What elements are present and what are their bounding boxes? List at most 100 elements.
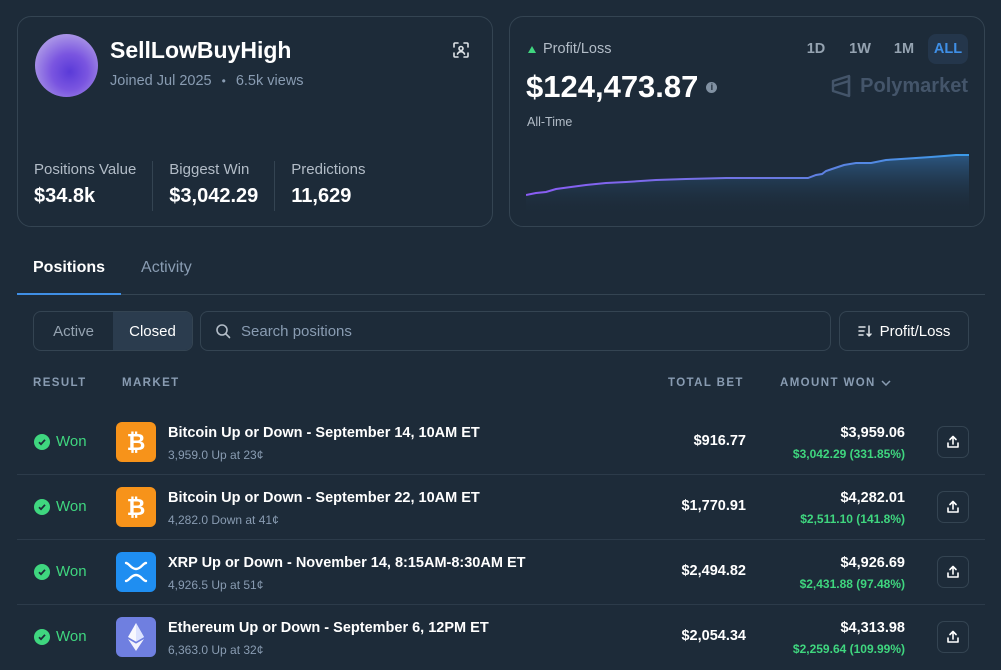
check-icon	[34, 433, 50, 450]
range-1d-button[interactable]: 1D	[796, 34, 836, 64]
pnl-amount-row: $124,473.87 i	[526, 69, 718, 105]
amount-won: $4,926.69	[840, 555, 905, 571]
share-icon	[947, 500, 959, 513]
table-row[interactable]: Won Ethereum Up or Down - September 6, 1…	[17, 605, 985, 670]
amount-gain: $2,511.10 (141.8%)	[800, 512, 905, 526]
tab-activity[interactable]: Activity	[141, 250, 208, 295]
stat-value: $34.8k	[34, 185, 96, 207]
avatar[interactable]	[35, 34, 98, 97]
sort-button[interactable]: Profit/Loss	[839, 311, 969, 351]
stat-label: Predictions	[291, 161, 366, 178]
check-icon	[34, 628, 50, 645]
meta-separator: •	[221, 74, 226, 88]
username: SellLowBuyHigh	[110, 37, 292, 63]
ethereum-icon	[116, 617, 156, 657]
result-label: Won	[56, 498, 87, 515]
amount-won: $3,959.06	[840, 425, 905, 441]
result-label: Won	[56, 433, 87, 450]
total-bet: $916.77	[693, 433, 746, 449]
market-detail: 6,363.0 Up at 32¢	[168, 643, 264, 657]
view-count: 6.5k views	[235, 73, 304, 89]
search-icon	[216, 324, 231, 339]
market-detail: 3,959.0 Up at 23¢	[168, 448, 264, 462]
market-title[interactable]: Ethereum Up or Down - September 6, 12PM …	[168, 620, 489, 636]
share-button[interactable]	[937, 621, 969, 653]
range-1m-button[interactable]: 1M	[884, 34, 924, 64]
stat-label: Positions Value	[34, 161, 137, 178]
header-market: MARKET	[122, 377, 180, 389]
profile-card: SellLowBuyHigh Joined Jul 2025 • 6.5k vi…	[17, 16, 493, 227]
search-box	[200, 311, 831, 351]
result-label: Won	[56, 628, 87, 645]
trend-up-icon	[528, 45, 536, 53]
sort-label: Profit/Loss	[879, 322, 951, 340]
result-cell: Won	[34, 498, 87, 515]
info-icon[interactable]: i	[706, 81, 718, 93]
stat-label: Biggest Win	[169, 161, 250, 178]
status-toggle: Active Closed	[33, 311, 193, 351]
pnl-period: All-Time	[527, 115, 573, 129]
range-all-button[interactable]: ALL	[928, 34, 968, 64]
sort-icon	[857, 325, 872, 337]
header-total-bet: TOTAL BET	[668, 377, 744, 389]
stat-value: $3,042.29	[169, 185, 259, 207]
closed-toggle-button[interactable]: Closed	[113, 312, 192, 350]
share-icon	[947, 435, 959, 448]
brand-name: Polymarket	[860, 74, 968, 97]
chevron-down-icon	[881, 380, 891, 386]
stat-predictions: Predictions 11,629	[291, 161, 381, 211]
range-1w-button[interactable]: 1W	[840, 34, 880, 64]
header-amount-won-label: AMOUNT WON	[780, 377, 876, 389]
pnl-chart	[526, 154, 969, 215]
market-title[interactable]: XRP Up or Down - November 14, 8:15AM-8:3…	[168, 555, 525, 571]
share-icon	[947, 630, 959, 643]
share-button[interactable]	[937, 426, 969, 458]
total-bet: $2,494.82	[681, 563, 746, 579]
active-toggle-button[interactable]: Active	[34, 312, 113, 350]
polymarket-logo-icon	[831, 74, 851, 98]
amount-gain: $3,042.29 (331.85%)	[792, 447, 905, 461]
amount-won: $4,282.01	[840, 490, 905, 506]
share-button[interactable]	[937, 556, 969, 588]
market-title[interactable]: Bitcoin Up or Down - September 14, 10AM …	[168, 425, 480, 441]
polymarket-logo: Polymarket	[830, 74, 968, 98]
header-amount-won[interactable]: AMOUNT WON	[780, 377, 891, 389]
xrp-icon	[116, 552, 156, 592]
total-bet: $2,054.34	[681, 628, 746, 644]
svg-text:₿: ₿	[127, 430, 146, 455]
pnl-label: Profit/Loss	[543, 41, 612, 57]
market-detail: 4,282.0 Down at 41¢	[168, 513, 279, 527]
tab-positions[interactable]: Positions	[17, 250, 122, 295]
check-icon	[34, 498, 50, 515]
table-row[interactable]: Won XRP Up or Down - November 14, 8:15AM…	[17, 540, 985, 605]
pnl-title: Profit/Loss	[528, 41, 612, 57]
stat-value: 11,629	[291, 185, 352, 207]
stat-biggest-win: Biggest Win $3,042.29	[169, 161, 276, 211]
joined-date: Joined Jul 2025	[110, 73, 212, 89]
share-icon	[947, 565, 959, 578]
check-icon	[34, 563, 50, 580]
amount-gain: $2,259.64 (109.99%)	[792, 642, 905, 656]
pnl-card: Profit/Loss 1D 1W 1M ALL $124,473.87 i A…	[509, 16, 985, 227]
result-cell: Won	[34, 628, 87, 645]
table-row[interactable]: Won ₿ Bitcoin Up or Down - September 14,…	[17, 410, 985, 475]
profile-stats: Positions Value $34.8k Biggest Win $3,04…	[34, 161, 397, 211]
bitcoin-icon: ₿	[116, 422, 156, 462]
search-input[interactable]	[241, 322, 801, 340]
total-bet: $1,770.91	[681, 498, 746, 514]
result-cell: Won	[34, 563, 87, 580]
header-result: RESULT	[33, 377, 87, 389]
result-label: Won	[56, 563, 87, 580]
share-button[interactable]	[937, 491, 969, 523]
stat-positions-value: Positions Value $34.8k	[34, 161, 154, 211]
bitcoin-icon: ₿	[116, 487, 156, 527]
profile-meta: Joined Jul 2025 • 6.5k views	[110, 73, 304, 89]
scan-icon[interactable]	[452, 41, 470, 59]
range-selector: 1D 1W 1M ALL	[796, 34, 968, 64]
market-title[interactable]: Bitcoin Up or Down - September 22, 10AM …	[168, 490, 480, 506]
table-row[interactable]: Won ₿ Bitcoin Up or Down - September 22,…	[17, 475, 985, 540]
tab-bar: Positions Activity	[17, 250, 985, 295]
amount-won: $4,313.98	[840, 620, 905, 636]
result-cell: Won	[34, 433, 87, 450]
svg-text:₿: ₿	[127, 495, 146, 520]
